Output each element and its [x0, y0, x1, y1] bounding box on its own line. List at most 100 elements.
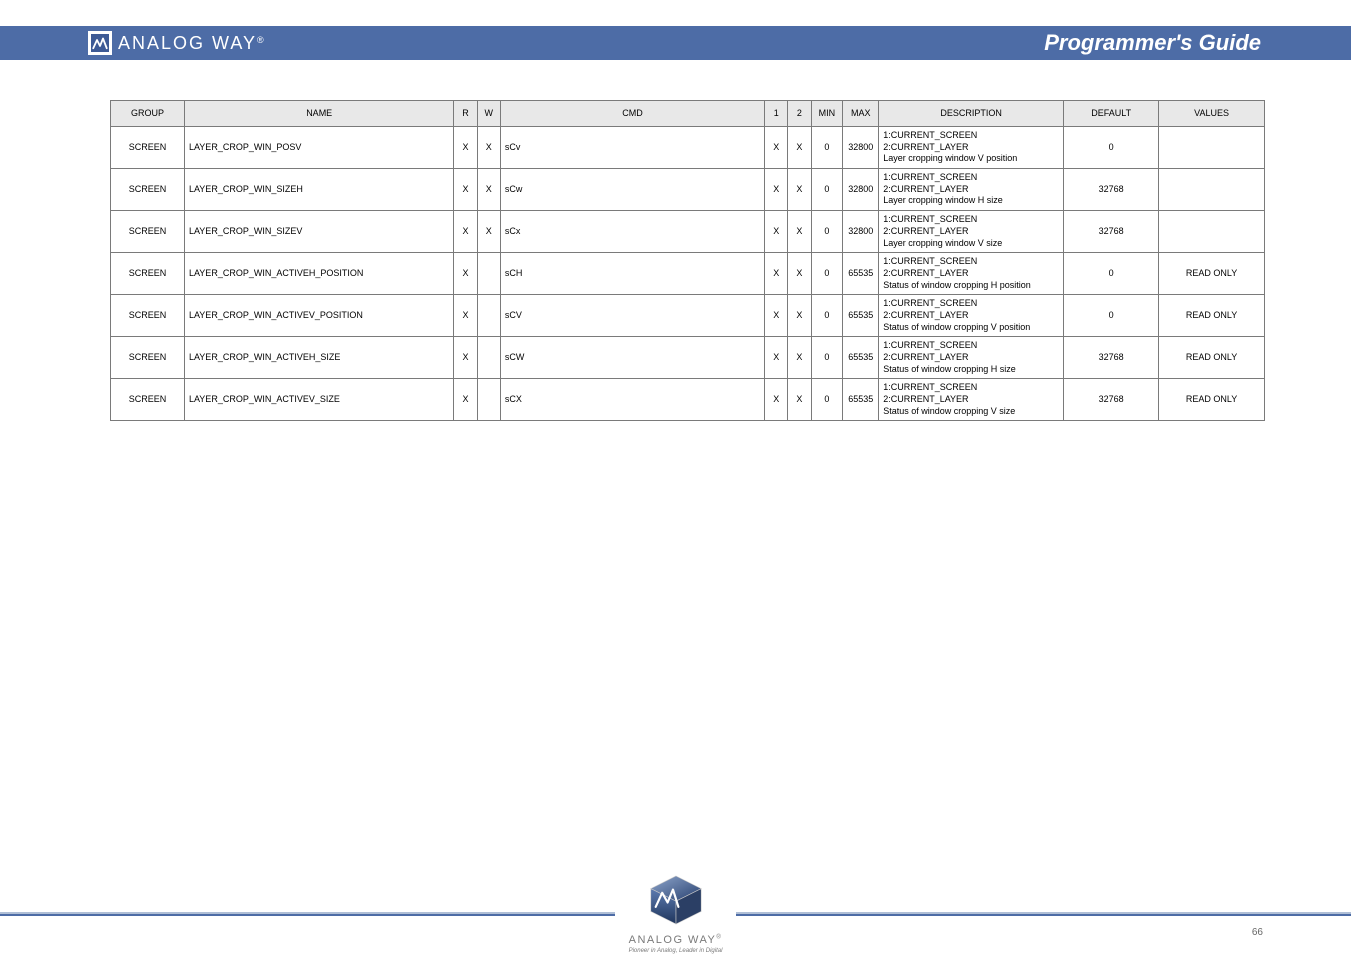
- table-cell: LAYER_CROP_WIN_ACTIVEV_SIZE: [184, 379, 453, 421]
- table-cell: X: [788, 379, 811, 421]
- table-cell: [477, 253, 500, 295]
- table-cell: sCV: [500, 295, 764, 337]
- table-cell: LAYER_CROP_WIN_ACTIVEH_SIZE: [184, 337, 453, 379]
- table-cell: 32800: [843, 211, 879, 253]
- footer-cube-icon: [646, 873, 706, 932]
- table-cell: X: [454, 127, 477, 169]
- table-cell: [1159, 169, 1265, 211]
- table-cell: 0: [811, 253, 843, 295]
- table-cell: 1:CURRENT_SCREEN 2:CURRENT_LAYER Layer c…: [879, 127, 1064, 169]
- th-1: 1: [765, 101, 788, 127]
- table-cell: SCREEN: [111, 337, 185, 379]
- table-cell: 1:CURRENT_SCREEN 2:CURRENT_LAYER Status …: [879, 379, 1064, 421]
- table-cell: X: [454, 379, 477, 421]
- table-cell: X: [477, 211, 500, 253]
- table-cell: [477, 379, 500, 421]
- th-min: MIN: [811, 101, 843, 127]
- table-cell: LAYER_CROP_WIN_ACTIVEH_POSITION: [184, 253, 453, 295]
- table-cell: sCx: [500, 211, 764, 253]
- footer-brand: ANALOG WAY®: [629, 934, 723, 946]
- table-cell: X: [788, 127, 811, 169]
- table-cell: 0: [811, 127, 843, 169]
- table-cell: LAYER_CROP_WIN_ACTIVEV_POSITION: [184, 295, 453, 337]
- footer-rule-right: [736, 912, 1351, 916]
- table-cell: [1159, 127, 1265, 169]
- table-row: SCREENLAYER_CROP_WIN_ACTIVEV_SIZEXsCXXX0…: [111, 379, 1265, 421]
- table-cell: 1:CURRENT_SCREEN 2:CURRENT_LAYER Status …: [879, 253, 1064, 295]
- th-name: NAME: [184, 101, 453, 127]
- table-cell: READ ONLY: [1159, 253, 1265, 295]
- table-cell: SCREEN: [111, 379, 185, 421]
- table-cell: SCREEN: [111, 211, 185, 253]
- table-cell: X: [765, 169, 788, 211]
- table-cell: READ ONLY: [1159, 337, 1265, 379]
- table-cell: 65535: [843, 253, 879, 295]
- table-row: SCREENLAYER_CROP_WIN_POSVXXsCvXX0328001:…: [111, 127, 1265, 169]
- brand-name: ANALOG WAY®: [118, 33, 266, 54]
- header-left: ANALOG WAY®: [88, 31, 266, 55]
- table-cell: 65535: [843, 337, 879, 379]
- table-cell: 65535: [843, 379, 879, 421]
- footer: ANALOG WAY® Pioneer in Analog, Leader in…: [0, 873, 1351, 954]
- table-body: SCREENLAYER_CROP_WIN_POSVXXsCvXX0328001:…: [111, 127, 1265, 421]
- table-cell: 0: [811, 379, 843, 421]
- table-cell: 65535: [843, 295, 879, 337]
- table-cell: READ ONLY: [1159, 295, 1265, 337]
- th-r: R: [454, 101, 477, 127]
- table-cell: LAYER_CROP_WIN_SIZEV: [184, 211, 453, 253]
- table-cell: X: [788, 337, 811, 379]
- table-cell: 0: [1064, 127, 1159, 169]
- table-row: SCREENLAYER_CROP_WIN_SIZEHXXsCwXX0328001…: [111, 169, 1265, 211]
- table-cell: 0: [811, 211, 843, 253]
- main-content: GROUP NAME R W CMD 1 2 MIN MAX DESCRIPTI…: [0, 60, 1351, 421]
- table-cell: 1:CURRENT_SCREEN 2:CURRENT_LAYER Status …: [879, 337, 1064, 379]
- table-cell: 1:CURRENT_SCREEN 2:CURRENT_LAYER Layer c…: [879, 169, 1064, 211]
- table-header-row: GROUP NAME R W CMD 1 2 MIN MAX DESCRIPTI…: [111, 101, 1265, 127]
- table-cell: X: [788, 169, 811, 211]
- table-cell: X: [765, 295, 788, 337]
- header-bar: ANALOG WAY® Programmer's Guide: [0, 26, 1351, 60]
- table-cell: [477, 295, 500, 337]
- table-cell: 32768: [1064, 379, 1159, 421]
- table-cell: 32768: [1064, 169, 1159, 211]
- table-cell: SCREEN: [111, 295, 185, 337]
- table-cell: 0: [1064, 253, 1159, 295]
- th-w: W: [477, 101, 500, 127]
- footer-tagline: Pioneer in Analog, Leader in Digital: [629, 948, 723, 954]
- table-cell: X: [765, 211, 788, 253]
- table-cell: SCREEN: [111, 253, 185, 295]
- table-cell: SCREEN: [111, 127, 185, 169]
- table-cell: X: [477, 169, 500, 211]
- table-cell: X: [788, 295, 811, 337]
- table-row: SCREENLAYER_CROP_WIN_ACTIVEH_SIZEXsCWXX0…: [111, 337, 1265, 379]
- table-cell: X: [454, 337, 477, 379]
- table-cell: READ ONLY: [1159, 379, 1265, 421]
- table-cell: sCX: [500, 379, 764, 421]
- footer-rule-left: [0, 912, 615, 916]
- th-2: 2: [788, 101, 811, 127]
- table-cell: 0: [811, 169, 843, 211]
- table-cell: 0: [1064, 295, 1159, 337]
- th-group: GROUP: [111, 101, 185, 127]
- th-values: VALUES: [1159, 101, 1265, 127]
- table-cell: X: [765, 127, 788, 169]
- table-row: SCREENLAYER_CROP_WIN_ACTIVEH_POSITIONXsC…: [111, 253, 1265, 295]
- table-cell: X: [477, 127, 500, 169]
- th-max: MAX: [843, 101, 879, 127]
- footer-center: ANALOG WAY® Pioneer in Analog, Leader in…: [615, 873, 737, 954]
- table-cell: 1:CURRENT_SCREEN 2:CURRENT_LAYER Layer c…: [879, 211, 1064, 253]
- table-cell: X: [788, 253, 811, 295]
- table-cell: SCREEN: [111, 169, 185, 211]
- table-cell: 0: [811, 295, 843, 337]
- table-cell: X: [454, 253, 477, 295]
- table-cell: X: [765, 337, 788, 379]
- page-title: Programmer's Guide: [1044, 30, 1261, 56]
- brand-logo-icon: [88, 31, 112, 55]
- command-table: GROUP NAME R W CMD 1 2 MIN MAX DESCRIPTI…: [110, 100, 1265, 421]
- table-cell: X: [765, 379, 788, 421]
- table-cell: LAYER_CROP_WIN_POSV: [184, 127, 453, 169]
- table-cell: X: [765, 253, 788, 295]
- table-cell: 32800: [843, 127, 879, 169]
- table-cell: X: [454, 295, 477, 337]
- table-cell: X: [788, 211, 811, 253]
